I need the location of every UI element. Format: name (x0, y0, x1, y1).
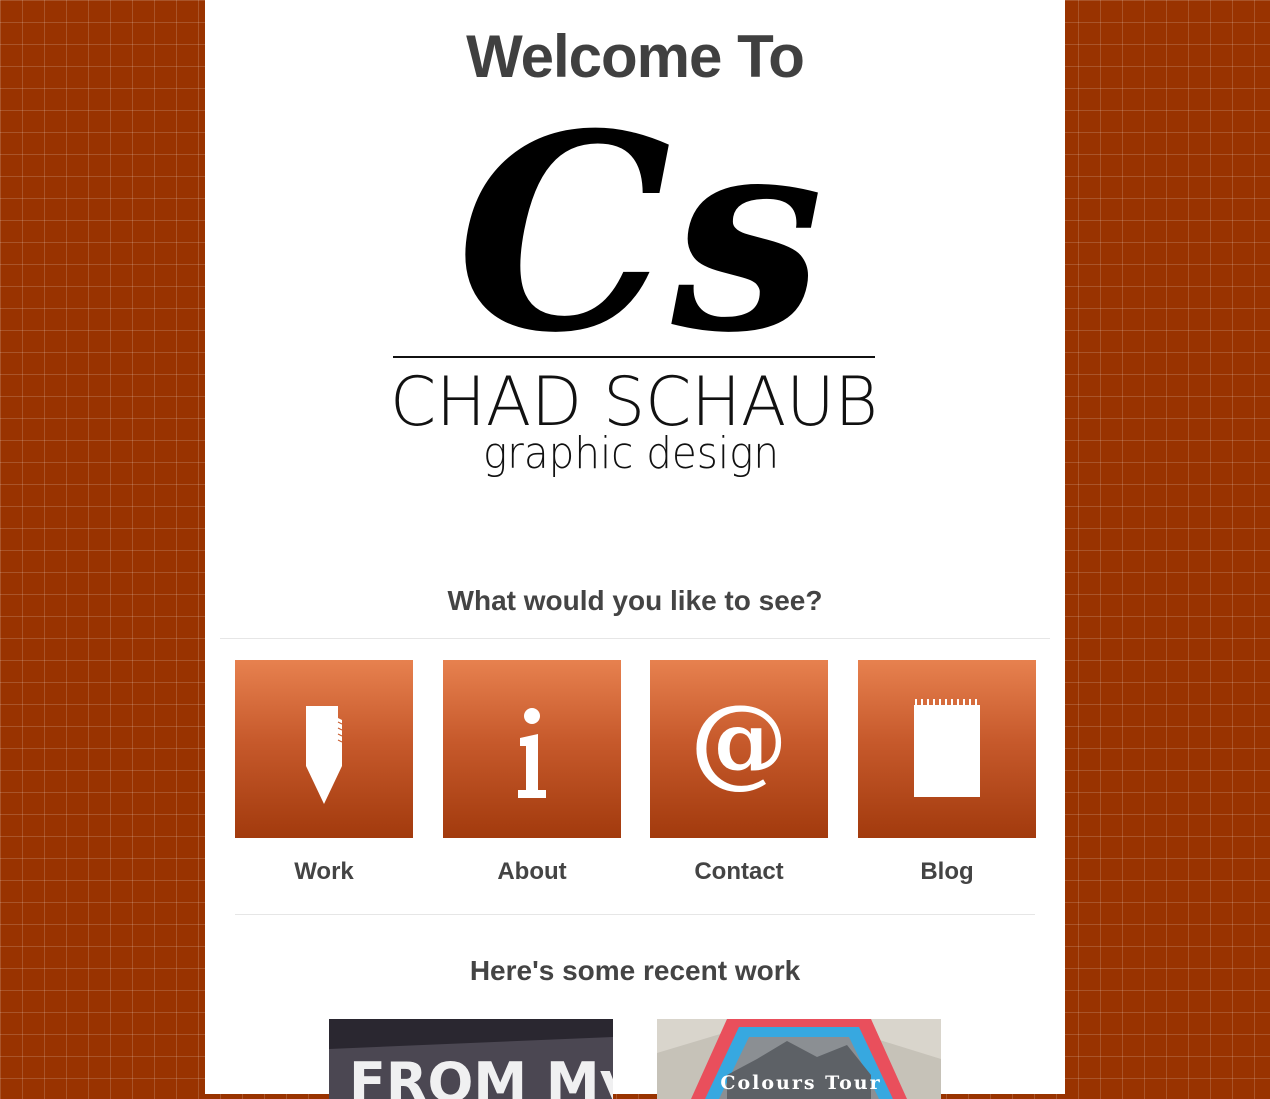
divider (235, 914, 1035, 915)
contact-tile-box[interactable]: @ (650, 660, 828, 838)
logo-monogram: Cs (457, 100, 824, 392)
contact-label: Contact (694, 858, 784, 885)
work-tile-box[interactable] (235, 660, 413, 838)
pen-nib-icon (306, 706, 343, 804)
contact-tile[interactable]: @ Contact (650, 660, 828, 886)
main-content: Welcome To Cs CHAD SCHAUB graphic design… (205, 0, 1065, 1099)
svg-text:@: @ (690, 699, 788, 799)
page-title: Welcome To (466, 23, 805, 90)
about-tile-box[interactable] (443, 660, 621, 838)
logo-divider (393, 356, 875, 358)
blog-tile-box[interactable] (858, 660, 1036, 838)
thumbnail-title: Colours Tour (720, 1072, 881, 1094)
nav-heading: What would you like to see? (447, 585, 823, 616)
info-icon (518, 708, 546, 798)
recent-work-thumbnail-1[interactable]: FROM My (329, 1019, 613, 1099)
work-label: Work (294, 858, 354, 885)
blog-tile[interactable]: Blog (858, 660, 1036, 886)
notepad-icon (914, 699, 980, 797)
recent-work-heading: Here's some recent work (469, 955, 801, 986)
divider (220, 638, 1050, 639)
work-tile[interactable]: Work (235, 660, 413, 886)
about-tile[interactable]: About (443, 660, 621, 886)
thumbnail-title: FROM My (349, 1051, 613, 1099)
logo-tagline: graphic design (483, 428, 779, 479)
about-label: About (497, 858, 567, 885)
site-logo[interactable]: Cs CHAD SCHAUB graphic design (385, 100, 885, 490)
recent-work-thumbnail-2[interactable]: Colours Tour (657, 1019, 941, 1099)
at-sign-icon: @ (690, 699, 788, 799)
blog-label: Blog (920, 858, 974, 885)
